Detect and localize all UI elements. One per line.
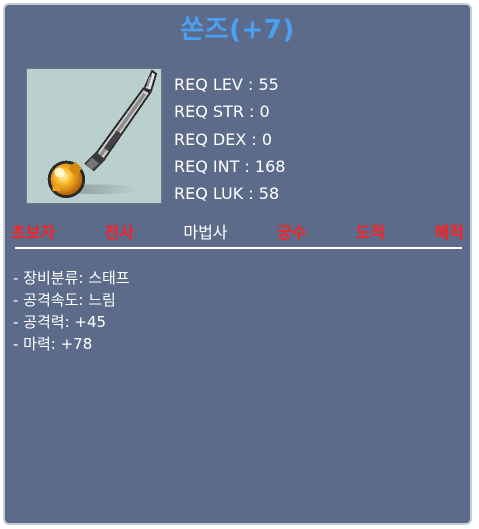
req-str: REQ STR : 0: [174, 102, 270, 122]
item-stats: - 장비분류: 스태프 - 공격속도: 느림 - 공격력: +45 - 마력: …: [13, 267, 130, 355]
requirements-list: REQ LEV : 55 REQ STR : 0 REQ DEX : 0 REQ…: [174, 71, 285, 207]
req-int: REQ INT : 168: [174, 156, 286, 176]
job-bowman: 궁수: [276, 223, 307, 242]
req-luk: REQ LUK : 58: [174, 184, 280, 204]
item-name: 쏜즈(+7): [180, 15, 295, 45]
item-icon-frame: [26, 68, 162, 204]
job-beginner: 초보자: [11, 223, 56, 242]
job-magician: 마법사: [183, 223, 228, 242]
job-thief: 도적: [355, 223, 386, 242]
stat-equip-type: - 장비분류: 스태프: [13, 269, 130, 287]
job-pirate: 해적: [434, 223, 464, 242]
divider: [15, 247, 462, 249]
req-level: REQ LEV : 55: [174, 75, 279, 94]
stat-attack: - 공격력: +45: [13, 313, 107, 331]
stat-attack-speed: - 공격속도: 느림: [13, 291, 116, 309]
job-restrictions: 초보자 전사 마법사 궁수 도적 해적: [11, 219, 464, 243]
item-tooltip: 쏜즈(+7) REQ LEV: 55 REQ STR: 0 REQ DEX …: [3, 3, 472, 525]
req-dex: REQ DEX : 0: [174, 129, 273, 149]
job-warrior: 전사: [104, 223, 134, 242]
staff-weapon-icon: [47, 69, 158, 199]
stat-magic: - 마력: +78: [13, 335, 93, 353]
